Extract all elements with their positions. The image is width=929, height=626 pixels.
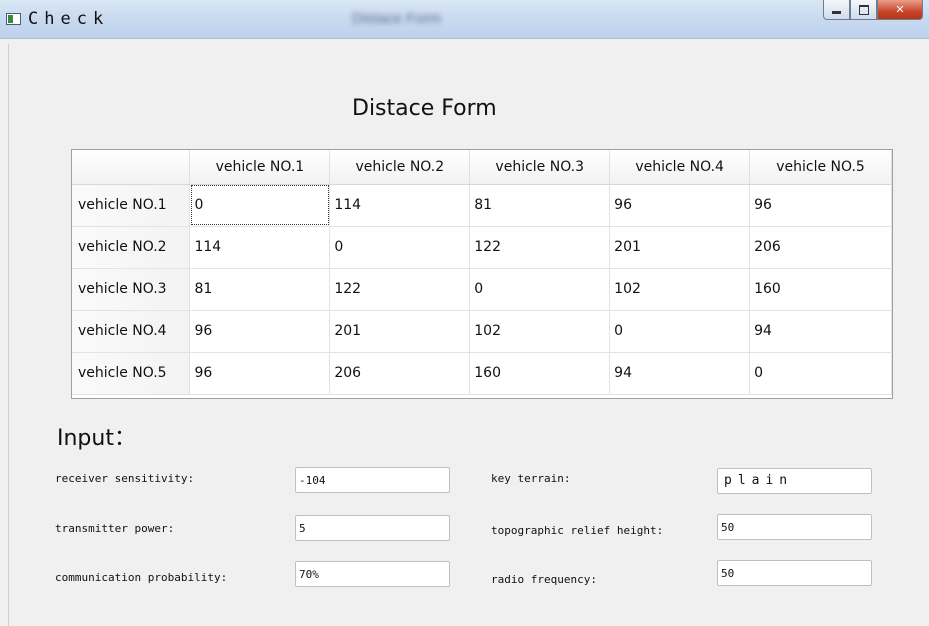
close-button[interactable]: ✕ [877, 0, 923, 20]
table-cell[interactable]: 122 [329, 268, 471, 311]
table-cell[interactable]: 94 [609, 352, 751, 395]
communication-probability-label: communication probability: [55, 571, 228, 584]
table-cell[interactable]: 160 [749, 268, 892, 311]
window-title: Check [28, 9, 110, 29]
relief-height-label: topographic relief height: [491, 524, 664, 537]
table-cell[interactable]: 114 [329, 184, 471, 227]
table-cell[interactable]: 81 [469, 184, 611, 227]
table-cell[interactable]: 0 [329, 226, 471, 269]
relief-height-field[interactable]: 50 [717, 514, 872, 540]
title-bar: Check Distace Form ✕ [0, 0, 929, 39]
table-cell[interactable]: 96 [189, 352, 331, 395]
minimize-button[interactable] [823, 0, 850, 20]
column-header[interactable]: vehicle NO.4 [609, 150, 751, 185]
column-header[interactable]: vehicle NO.5 [749, 150, 892, 185]
maximize-button[interactable] [850, 0, 877, 20]
table-row: vehicle NO.2 114 0 122 201 206 [72, 226, 892, 269]
row-header[interactable]: vehicle NO.2 [72, 226, 191, 269]
receiver-sensitivity-field[interactable]: -104 [295, 467, 450, 493]
distance-table[interactable]: vehicle NO.1 vehicle NO.2 vehicle NO.3 v… [71, 149, 893, 399]
table-cell[interactable]: 206 [749, 226, 892, 269]
table-header-row: vehicle NO.1 vehicle NO.2 vehicle NO.3 v… [72, 150, 892, 185]
minimize-icon [832, 11, 841, 14]
table-row: vehicle NO.5 96 206 160 94 0 [72, 352, 892, 395]
table-row: vehicle NO.3 81 122 0 102 160 [72, 268, 892, 311]
table-cell[interactable]: 160 [469, 352, 611, 395]
transmitter-power-label: transmitter power: [55, 522, 175, 535]
table-corner[interactable] [72, 150, 191, 185]
table-cell[interactable]: 96 [749, 184, 892, 227]
radio-frequency-label: radio frequency: [491, 573, 597, 586]
column-header[interactable]: vehicle NO.1 [189, 150, 331, 185]
window-caption-blurred: Distace Form [352, 10, 442, 27]
key-terrain-label: key terrain: [491, 472, 571, 485]
table-cell[interactable]: 114 [189, 226, 331, 269]
row-header[interactable]: vehicle NO.1 [72, 184, 191, 227]
receiver-sensitivity-label: receiver sensitivity: [55, 472, 195, 485]
communication-probability-field[interactable]: 70% [295, 561, 450, 587]
table-cell[interactable]: 201 [609, 226, 751, 269]
table-cell[interactable]: 0 [189, 184, 331, 227]
table-row: vehicle NO.1 0 114 81 96 96 [72, 184, 892, 227]
row-header[interactable]: vehicle NO.5 [72, 352, 191, 395]
row-header[interactable]: vehicle NO.3 [72, 268, 191, 311]
radio-frequency-field[interactable]: 50 [717, 560, 872, 586]
app-icon [6, 13, 21, 25]
window-controls: ✕ [823, 0, 923, 22]
column-header[interactable]: vehicle NO.2 [329, 150, 471, 185]
maximize-icon [858, 4, 869, 15]
table-cell[interactable]: 201 [329, 310, 471, 353]
client-area: Distace Form vehicle NO.1 vehicle NO.2 v… [8, 44, 929, 626]
table-cell[interactable]: 96 [609, 184, 751, 227]
table-cell[interactable]: 0 [609, 310, 751, 353]
transmitter-power-field[interactable]: 5 [295, 515, 450, 541]
table-cell[interactable]: 0 [469, 268, 611, 311]
table-cell[interactable]: 81 [189, 268, 331, 311]
table-cell[interactable]: 206 [329, 352, 471, 395]
column-header[interactable]: vehicle NO.3 [469, 150, 611, 185]
key-terrain-field[interactable]: plain [717, 468, 872, 494]
table-cell[interactable]: 94 [749, 310, 892, 353]
row-header[interactable]: vehicle NO.4 [72, 310, 191, 353]
table-cell[interactable]: 102 [609, 268, 751, 311]
input-heading: Input： [57, 426, 136, 451]
table-row: vehicle NO.4 96 201 102 0 94 [72, 310, 892, 353]
table-cell[interactable]: 96 [189, 310, 331, 353]
table-cell[interactable]: 122 [469, 226, 611, 269]
close-icon: ✕ [895, 3, 905, 16]
table-cell[interactable]: 102 [469, 310, 611, 353]
form-title: Distace Form [352, 96, 497, 121]
table-cell[interactable]: 0 [749, 352, 892, 395]
